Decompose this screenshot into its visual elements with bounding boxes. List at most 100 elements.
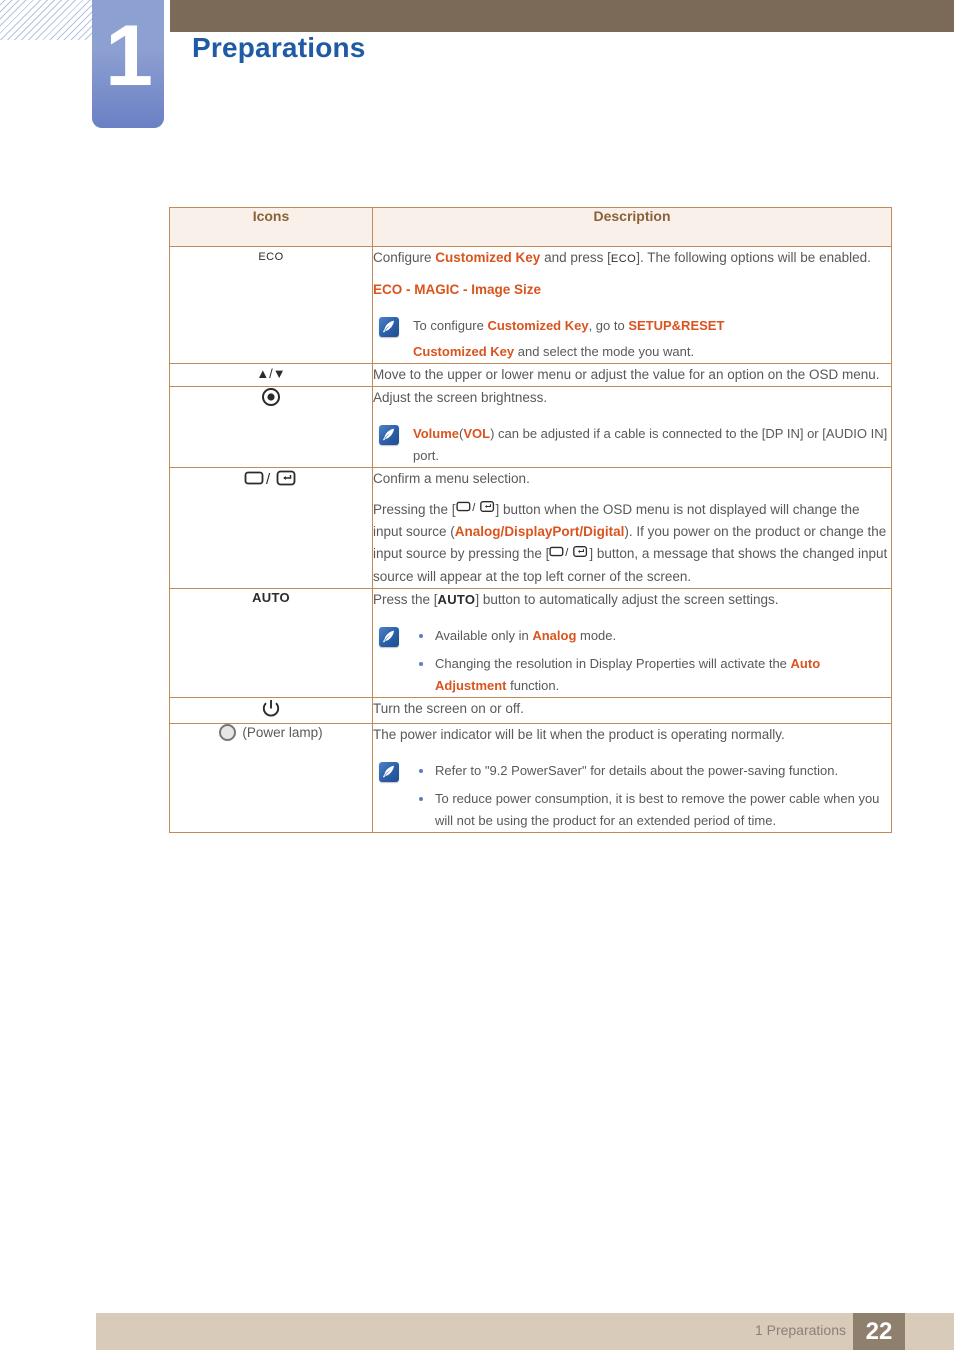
paragraph: Adjust the screen brightness. [373,390,548,405]
description-cell-brightness: Adjust the screen brightness. Volume(VOL… [372,386,892,468]
table-header-row: Icons Description [169,207,892,247]
note-quill-icon [379,425,399,445]
bullet-list: Refer to "9.2 PowerSaver" for details ab… [413,760,891,832]
list-item: Available only in Analog mode. [413,625,891,647]
page-title: Preparations [192,32,366,63]
column-header-icons: Icons [169,207,373,247]
icons-description-table: Icons Description ECO Configure Customiz… [169,207,892,833]
text-fragment: Changing the resolution in Display Prope… [435,655,791,671]
power-icon [261,698,281,723]
decorative-hatch-pattern [0,0,100,40]
note-block: Volume(VOL) can be adjusted if a cable i… [373,423,891,467]
highlight-setup-reset: SETUP&RESET [628,318,725,333]
note-text: Volume(VOL) can be adjusted if a cable i… [413,423,891,467]
auto-icon: AUTO [252,589,290,605]
paragraph: Move to the upper or lower menu or adjus… [373,367,880,382]
note-block: Available only in Analog mode. Changing … [373,625,891,697]
icon-cell-power-lamp: (Power lamp) [169,722,373,833]
description-cell-power: Turn the screen on or off. [372,696,892,724]
table-row: ▲/▼ Move to the upper or lower menu or a… [169,363,892,387]
paragraph: Press the [AUTO] button to automatically… [373,589,891,611]
highlight-eco: ECO [373,282,403,297]
list-item: To reduce power consumption, it is best … [413,788,891,832]
text-fragment: Pressing the [ [373,502,456,517]
text-fragment: - [459,282,472,297]
text-fragment: Available only in [435,627,533,643]
paragraph: Volume(VOL) can be adjusted if a cable i… [413,423,891,467]
highlight-analog: Analog [532,627,577,643]
description-cell-up-down: Move to the upper or lower menu or adjus… [372,363,892,387]
note-text: To configure Customized Key, go to SETUP… [413,315,891,363]
icon-cell-up-down: ▲/▼ [169,363,373,387]
note-quill-icon [379,761,399,782]
list-item: Changing the resolution in Display Prope… [413,653,891,697]
highlight-volume: Volume [413,426,459,441]
icon-cell-auto: AUTO [169,587,373,698]
paragraph: Configure Customized Key and press [ECO]… [373,247,891,270]
menu-enter-icon: / [244,468,298,491]
highlight-customized-key: Customized Key [487,318,589,333]
paragraph: Turn the screen on or off. [373,700,524,716]
eco-icon: ECO [258,251,284,263]
paragraph: Pressing the [/] button when the OSD men… [373,499,891,588]
brightness-icon [261,387,281,410]
text-fragment: mode. [576,627,617,643]
table-row: / Confirm a menu selection. Pressing the… [169,467,892,589]
note-text: Available only in Analog mode. Changing … [413,625,891,697]
note-text: Refer to "9.2 PowerSaver" for details ab… [413,760,891,832]
kbd-auto: AUTO [437,591,476,607]
text-fragment: , go to [588,318,629,333]
text-fragment: ] button to automatically adjust the scr… [475,591,779,607]
note-quill-icon [379,626,399,647]
bullet-list: Available only in Analog mode. Changing … [413,625,891,697]
chapter-number: 1 [105,8,153,104]
icon-cell-brightness [169,386,373,468]
icon-cell-menu-enter: / [169,467,373,589]
highlight-image-size: Image Size [471,282,542,297]
kbd-eco: ECO [610,253,637,265]
note-block: To configure Customized Key, go to SETUP… [373,315,891,363]
table-row: (Power lamp) The power indicator will be… [169,722,892,833]
paragraph-option-list: ECO - MAGIC - Image Size [373,279,891,301]
table-row: AUTO Press the [AUTO] button to automati… [169,587,892,698]
text-fragment: and press [ [540,250,611,265]
text-fragment: To configure [413,318,488,333]
chapter-badge: 1 [92,0,164,128]
paragraph: The power indicator will be lit when the… [373,726,785,742]
column-header-description: Description [372,207,892,247]
text-fragment: Press the [ [373,591,438,607]
icon-cell-eco: ECO [169,246,373,364]
up-down-arrows-icon: ▲/▼ [256,365,286,381]
power-lamp-label: (Power lamp) [242,724,323,740]
highlight-digital: Digital [583,524,625,540]
description-cell-power-lamp: The power indicator will be lit when the… [372,722,892,833]
highlight-displayport: DisplayPort [504,524,580,540]
top-banner-bar [170,0,954,32]
description-cell-menu-enter: Confirm a menu selection. Pressing the [… [372,467,892,589]
note-block: Refer to "9.2 PowerSaver" for details ab… [373,760,891,832]
menu-enter-icon-inline: / [455,499,496,521]
paragraph: To configure Customized Key, go to SETUP… [413,315,891,337]
highlight-vol: VOL [463,426,491,441]
text-fragment: ]. The following options will be enabled… [636,250,871,265]
table-row: Turn the screen on or off. [169,696,892,724]
svg-text:/: / [472,502,476,514]
text-fragment: - [402,282,415,297]
icon-cell-power [169,696,373,724]
table-row: ECO Configure Customized Key and press [… [169,246,892,364]
paragraph: Customized Key and select the mode you w… [413,341,891,363]
svg-text:/: / [266,471,271,488]
footer-section-label: 1 Preparations [754,1322,846,1338]
power-lamp-icon [219,723,237,741]
highlight-customized-key: Customized Key [413,344,515,359]
description-cell-eco: Configure Customized Key and press [ECO]… [372,246,892,364]
description-cell-auto: Press the [AUTO] button to automatically… [372,587,892,698]
highlight-customized-key: Customized Key [435,250,541,265]
text-fragment: Configure [373,250,436,265]
footer-page-number: 22 [853,1313,905,1350]
paragraph: Confirm a menu selection. [373,471,530,486]
menu-enter-icon-inline: / [549,544,589,566]
note-quill-icon [379,317,399,337]
svg-text:/: / [566,547,570,559]
list-item: Refer to "9.2 PowerSaver" for details ab… [413,760,891,782]
